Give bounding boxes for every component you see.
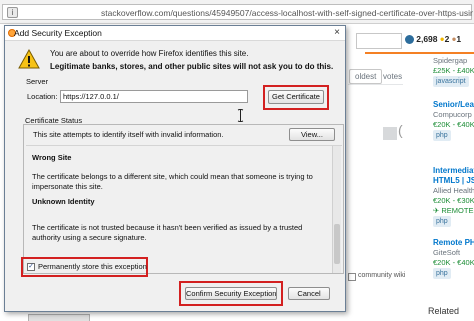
community-wiki-checkbox[interactable] <box>348 273 356 281</box>
url-text: stackoverflow.com/questions/45949507/acc… <box>101 8 473 18</box>
mouse-cursor-icon <box>237 109 244 122</box>
job-tag[interactable]: php <box>433 268 451 279</box>
certificate-details: Wrong Site The certificate belongs to a … <box>26 145 342 273</box>
browser-toolbar: i stackoverflow.com/questions/45949507/a… <box>0 0 474 24</box>
status-text: This site attempts to identify itself wi… <box>33 130 224 139</box>
job-tag[interactable]: php <box>433 216 451 227</box>
avatar[interactable] <box>405 34 414 44</box>
location-label: Location: <box>27 92 58 101</box>
so-topbar-accent <box>365 52 474 54</box>
wrong-site-text: The certificate belongs to a different s… <box>32 172 313 191</box>
warning-message: Legitimate banks, stores, and other publ… <box>50 62 334 71</box>
divider <box>348 84 403 85</box>
job-tag[interactable]: javascript <box>433 76 469 87</box>
job-tag[interactable]: php <box>433 130 451 141</box>
certificate-status-group: This site attempts to identify itself wi… <box>23 124 344 274</box>
dialog-title: Add Security Exception <box>14 28 102 38</box>
jobs-sidebar: Spidergap £25K - £40K javascript Senior/… <box>433 56 474 321</box>
job-company: Compucorp <box>433 110 472 119</box>
location-input[interactable]: https://127.0.0.1/ <box>60 90 248 103</box>
details-scrollbar[interactable] <box>332 146 341 273</box>
so-search-input[interactable] <box>356 33 402 49</box>
confirm-security-exception-button[interactable]: Confirm Security Exception <box>185 287 277 300</box>
answer-placeholder-text: ( <box>398 122 403 138</box>
job-card[interactable]: Remote PHP GiteSoft €20K - €40K php <box>433 238 474 279</box>
bronze-badge-count: 1 <box>456 34 462 44</box>
site-identity-icon[interactable]: i <box>7 7 18 18</box>
job-title[interactable]: Intermediate <box>433 166 474 176</box>
reputation-count: 2,698 <box>416 34 438 44</box>
job-card[interactable]: Spidergap £25K - £40K javascript <box>433 56 474 87</box>
post-answer-button[interactable] <box>28 314 90 321</box>
user-avatar[interactable] <box>383 127 397 140</box>
view-button[interactable]: View... <box>289 128 335 141</box>
dialog-titlebar[interactable]: Add Security Exception × <box>5 26 345 41</box>
permanently-store-checkbox[interactable]: ✓ <box>27 263 35 271</box>
url-bar[interactable]: i stackoverflow.com/questions/45949507/a… <box>2 4 473 20</box>
job-subtitle[interactable]: HTML5 | JS <box>433 176 474 186</box>
job-company: GiteSoft <box>433 248 461 257</box>
cancel-button[interactable]: Cancel <box>288 287 330 300</box>
close-icon[interactable]: × <box>330 26 344 40</box>
job-company: Spidergap <box>433 56 468 65</box>
related-heading: Related <box>428 306 460 316</box>
unknown-identity-text: The certificate is not trusted because i… <box>32 223 303 242</box>
add-security-exception-dialog: Add Security Exception × You are about t… <box>4 25 346 312</box>
tab-votes[interactable]: votes <box>383 72 402 81</box>
job-salary: €20K - €40K <box>433 258 474 267</box>
user-reputation[interactable]: 2,698 ●2 ●1 <box>405 34 474 48</box>
permanently-store-label[interactable]: Permanently store this exception <box>38 262 147 271</box>
job-title[interactable]: Senior/Lead <box>433 100 474 110</box>
tab-oldest[interactable]: oldest <box>349 69 383 84</box>
override-message: You are about to override how Firefox id… <box>50 49 249 58</box>
scrollbar-thumb[interactable] <box>334 224 340 264</box>
server-label: Server <box>26 77 49 86</box>
gold-badge-count: 2 <box>444 34 450 44</box>
job-card[interactable]: Intermediate HTML5 | JS Allied Health €2… <box>433 166 474 227</box>
remote-label: ✈ REMOTE <box>433 206 474 215</box>
job-salary: €20K - €40K <box>433 120 474 129</box>
warning-icon <box>18 49 40 69</box>
job-company: Allied Health <box>433 186 474 195</box>
wrong-site-heading: Wrong Site <box>32 153 72 162</box>
community-wiki-label: community wiki <box>358 272 406 279</box>
job-title[interactable]: Remote PHP <box>433 238 474 248</box>
job-salary: £25K - £40K <box>433 66 474 75</box>
unknown-identity-heading: Unknown Identity <box>32 197 95 206</box>
job-salary: €20K - €30K <box>433 196 474 205</box>
job-card[interactable]: Senior/Lead Compucorp €20K - €40K php <box>433 100 474 141</box>
get-certificate-button[interactable]: Get Certificate <box>268 90 324 104</box>
